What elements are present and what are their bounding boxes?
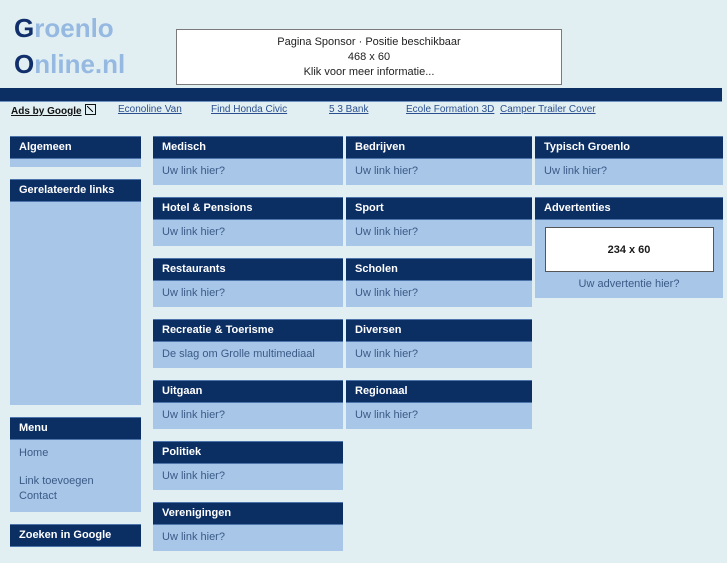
- category-body-hotel-pensions: Uw link hier?: [153, 220, 343, 246]
- category-block-bedrijven: Bedrijven Uw link hier?: [346, 136, 532, 185]
- category-body-bedrijven: Uw link hier?: [346, 159, 532, 185]
- category-block-typisch-groenlo: Typisch Groenlo Uw link hier?: [535, 136, 723, 185]
- category-heading-typisch-groenlo: Typisch Groenlo: [535, 136, 723, 159]
- menu-item-contact[interactable]: Contact: [19, 489, 132, 504]
- category-block-sport: Sport Uw link hier?: [346, 197, 532, 246]
- category-body-advertenties: 234 x 60 Uw advertentie hier?: [535, 220, 723, 298]
- site-logo[interactable]: Groenlo Online.nl: [14, 10, 125, 82]
- category-column-three: Typisch Groenlo Uw link hier? Advertenti…: [535, 136, 723, 310]
- left-sidebar: Algemeen Gerelateerde links Menu Home Li…: [10, 136, 141, 559]
- page-header: Groenlo Online.nl Pagina Sponsor · Posit…: [0, 0, 727, 88]
- logo-text-groenlo: roenlo: [34, 13, 114, 43]
- menu-item-home[interactable]: Home: [19, 446, 132, 461]
- category-body-uitgaan: Uw link hier?: [153, 403, 343, 429]
- category-block-hotel-pensions: Hotel & Pensions Uw link hier?: [153, 197, 343, 246]
- logo-text-online: nline.nl: [34, 49, 126, 79]
- sidebar-body-algemeen: [10, 159, 141, 167]
- category-block-advertenties: Advertenties 234 x 60 Uw advertentie hie…: [535, 197, 723, 298]
- category-block-scholen: Scholen Uw link hier?: [346, 258, 532, 307]
- category-heading-bedrijven: Bedrijven: [346, 136, 532, 159]
- logo-initial-o: O: [14, 49, 35, 79]
- category-body-diversen: Uw link hier?: [346, 342, 532, 368]
- category-body-medisch: Uw link hier?: [153, 159, 343, 185]
- ad-placeholder-234x60[interactable]: 234 x 60: [544, 227, 714, 272]
- category-link-diversen[interactable]: Uw link hier?: [355, 347, 523, 362]
- sidebar-heading-menu: Menu: [10, 417, 141, 440]
- sidebar-block-algemeen: Algemeen: [10, 136, 141, 167]
- category-column-one: Medisch Uw link hier? Hotel & Pensions U…: [153, 136, 343, 563]
- category-body-typisch-groenlo: Uw link hier?: [535, 159, 723, 185]
- sidebar-body-gerelateerde-links: [10, 202, 141, 405]
- ad-link-4[interactable]: Camper Trailer Cover: [500, 104, 596, 115]
- sidebar-block-zoeken-in-google: Zoeken in Google: [10, 524, 141, 547]
- ad-size-label: 234 x 60: [607, 243, 651, 256]
- category-link-medisch[interactable]: Uw link hier?: [162, 164, 334, 179]
- category-link-recreatie-toerisme[interactable]: De slag om Grolle multimediaal: [162, 347, 334, 362]
- category-block-verenigingen: Verenigingen Uw link hier?: [153, 502, 343, 551]
- category-link-uitgaan[interactable]: Uw link hier?: [162, 408, 334, 423]
- category-block-restaurants: Restaurants Uw link hier?: [153, 258, 343, 307]
- category-body-regionaal: Uw link hier?: [346, 403, 532, 429]
- category-block-medisch: Medisch Uw link hier?: [153, 136, 343, 185]
- category-link-restaurants[interactable]: Uw link hier?: [162, 286, 334, 301]
- ad-link-0[interactable]: Econoline Van: [118, 104, 182, 115]
- category-block-politiek: Politiek Uw link hier?: [153, 441, 343, 490]
- category-heading-hotel-pensions: Hotel & Pensions: [153, 197, 343, 220]
- category-column-two: Bedrijven Uw link hier? Sport Uw link hi…: [346, 136, 532, 441]
- sponsor-banner[interactable]: Pagina Sponsor · Positie beschikbaar 468…: [176, 29, 562, 85]
- category-heading-recreatie-toerisme: Recreatie & Toerisme: [153, 319, 343, 342]
- category-body-politiek: Uw link hier?: [153, 464, 343, 490]
- navy-divider-bar: [0, 88, 722, 102]
- category-heading-regionaal: Regionaal: [346, 380, 532, 403]
- sidebar-block-gerelateerde-links: Gerelateerde links: [10, 179, 141, 405]
- google-ads-bar: Ads by Google Econoline Van Find Honda C…: [0, 104, 727, 122]
- category-link-politiek[interactable]: Uw link hier?: [162, 469, 334, 484]
- logo-line-2: Online.nl: [14, 46, 125, 82]
- category-link-scholen[interactable]: Uw link hier?: [355, 286, 523, 301]
- category-link-sport[interactable]: Uw link hier?: [355, 225, 523, 240]
- category-block-uitgaan: Uitgaan Uw link hier?: [153, 380, 343, 429]
- category-heading-advertenties: Advertenties: [535, 197, 723, 220]
- sidebar-heading-gerelateerde-links: Gerelateerde links: [10, 179, 141, 202]
- category-heading-uitgaan: Uitgaan: [153, 380, 343, 403]
- category-link-regionaal[interactable]: Uw link hier?: [355, 408, 523, 423]
- ad-link-2[interactable]: 5 3 Bank: [329, 104, 368, 115]
- menu-spacer: [19, 461, 132, 474]
- category-block-diversen: Diversen Uw link hier?: [346, 319, 532, 368]
- category-link-verenigingen[interactable]: Uw link hier?: [162, 530, 334, 545]
- sidebar-block-menu: Menu Home Link toevoegen Contact: [10, 417, 141, 512]
- category-link-hotel-pensions[interactable]: Uw link hier?: [162, 225, 334, 240]
- category-body-verenigingen: Uw link hier?: [153, 525, 343, 551]
- external-link-icon: [84, 104, 96, 115]
- logo-line-1: Groenlo: [14, 13, 114, 43]
- ad-caption[interactable]: Uw advertentie hier?: [544, 272, 714, 292]
- ad-link-1[interactable]: Find Honda Civic: [211, 104, 287, 115]
- category-heading-verenigingen: Verenigingen: [153, 502, 343, 525]
- sidebar-heading-algemeen: Algemeen: [10, 136, 141, 159]
- ads-by-google-label[interactable]: Ads by Google: [11, 104, 96, 117]
- category-heading-medisch: Medisch: [153, 136, 343, 159]
- category-heading-diversen: Diversen: [346, 319, 532, 342]
- menu-item-link-toevoegen[interactable]: Link toevoegen: [19, 474, 132, 489]
- category-heading-politiek: Politiek: [153, 441, 343, 464]
- category-body-recreatie-toerisme: De slag om Grolle multimediaal: [153, 342, 343, 368]
- category-body-sport: Uw link hier?: [346, 220, 532, 246]
- sponsor-line-1: Pagina Sponsor · Positie beschikbaar: [277, 35, 461, 48]
- category-link-bedrijven[interactable]: Uw link hier?: [355, 164, 523, 179]
- category-body-restaurants: Uw link hier?: [153, 281, 343, 307]
- category-heading-scholen: Scholen: [346, 258, 532, 281]
- sponsor-line-3: Klik voor meer informatie...: [303, 65, 435, 78]
- ad-link-3[interactable]: Ecole Formation 3D: [406, 104, 494, 115]
- category-block-regionaal: Regionaal Uw link hier?: [346, 380, 532, 429]
- sidebar-body-menu: Home Link toevoegen Contact: [10, 440, 141, 512]
- sponsor-line-2: 468 x 60: [347, 50, 391, 63]
- category-heading-sport: Sport: [346, 197, 532, 220]
- category-body-scholen: Uw link hier?: [346, 281, 532, 307]
- logo-initial-g: G: [14, 13, 35, 43]
- sidebar-heading-zoeken-in-google: Zoeken in Google: [10, 524, 141, 547]
- category-block-recreatie-toerisme: Recreatie & Toerisme De slag om Grolle m…: [153, 319, 343, 368]
- category-heading-restaurants: Restaurants: [153, 258, 343, 281]
- category-link-typisch-groenlo[interactable]: Uw link hier?: [544, 164, 714, 179]
